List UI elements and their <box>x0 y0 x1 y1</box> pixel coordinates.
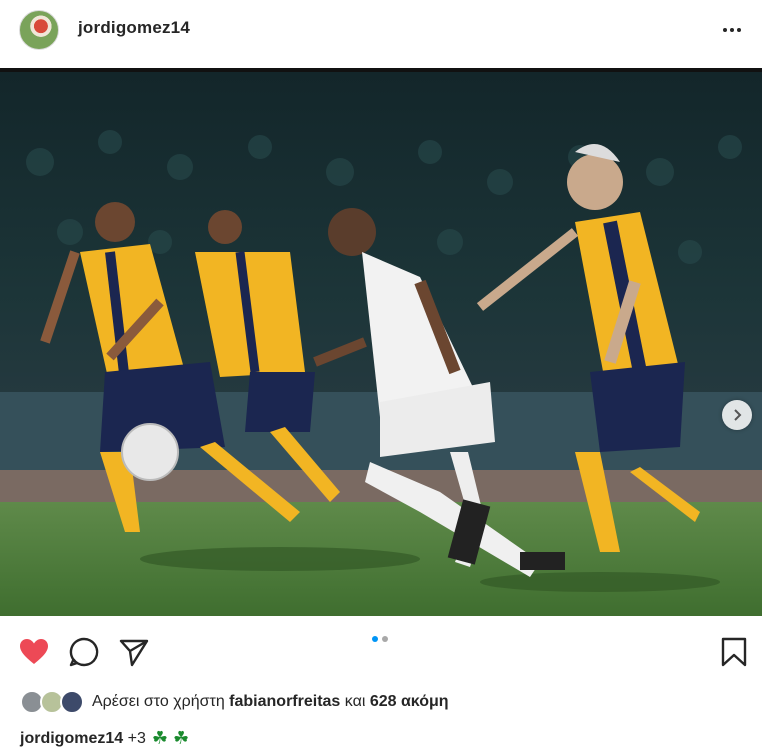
paper-plane-icon[interactable] <box>118 636 150 668</box>
liker-avatars <box>20 690 84 714</box>
bookmark-icon[interactable] <box>718 636 750 668</box>
carousel-indicator <box>372 636 388 642</box>
liker-avatar[interactable] <box>60 690 84 714</box>
post-actions <box>0 616 762 688</box>
caption-username[interactable]: jordigomez14 <box>20 730 123 748</box>
post-photo[interactable] <box>0 72 762 616</box>
caption-text: +3 <box>127 729 146 747</box>
likes-others-link[interactable]: 628 ακόμη <box>370 693 449 711</box>
heart-filled-icon[interactable] <box>18 636 50 668</box>
likes-summary: Αρέσει στο χρήστη fabianorfreitas και 62… <box>20 690 449 714</box>
likes-prefix: Αρέσει στο χρήστη <box>92 693 225 710</box>
chevron-right-icon <box>734 409 742 421</box>
user-avatar[interactable] <box>19 10 59 50</box>
likes-conjunction: και <box>344 693 366 710</box>
carousel-dot <box>382 636 388 642</box>
match-photo-illustration <box>0 72 762 616</box>
carousel-next-button[interactable] <box>722 400 752 430</box>
post-header: jordigomez14 <box>0 0 762 68</box>
carousel-dot-active <box>372 636 378 642</box>
comment-icon[interactable] <box>68 636 100 668</box>
post-username[interactable]: jordigomez14 <box>78 18 190 38</box>
shamrock-emoji: ☘ ☘ <box>151 728 190 748</box>
liker-username[interactable]: fabianorfreitas <box>229 693 340 711</box>
post-caption: jordigomez14 +3 ☘ ☘ <box>20 728 189 749</box>
more-horizontal-icon[interactable] <box>720 18 744 42</box>
